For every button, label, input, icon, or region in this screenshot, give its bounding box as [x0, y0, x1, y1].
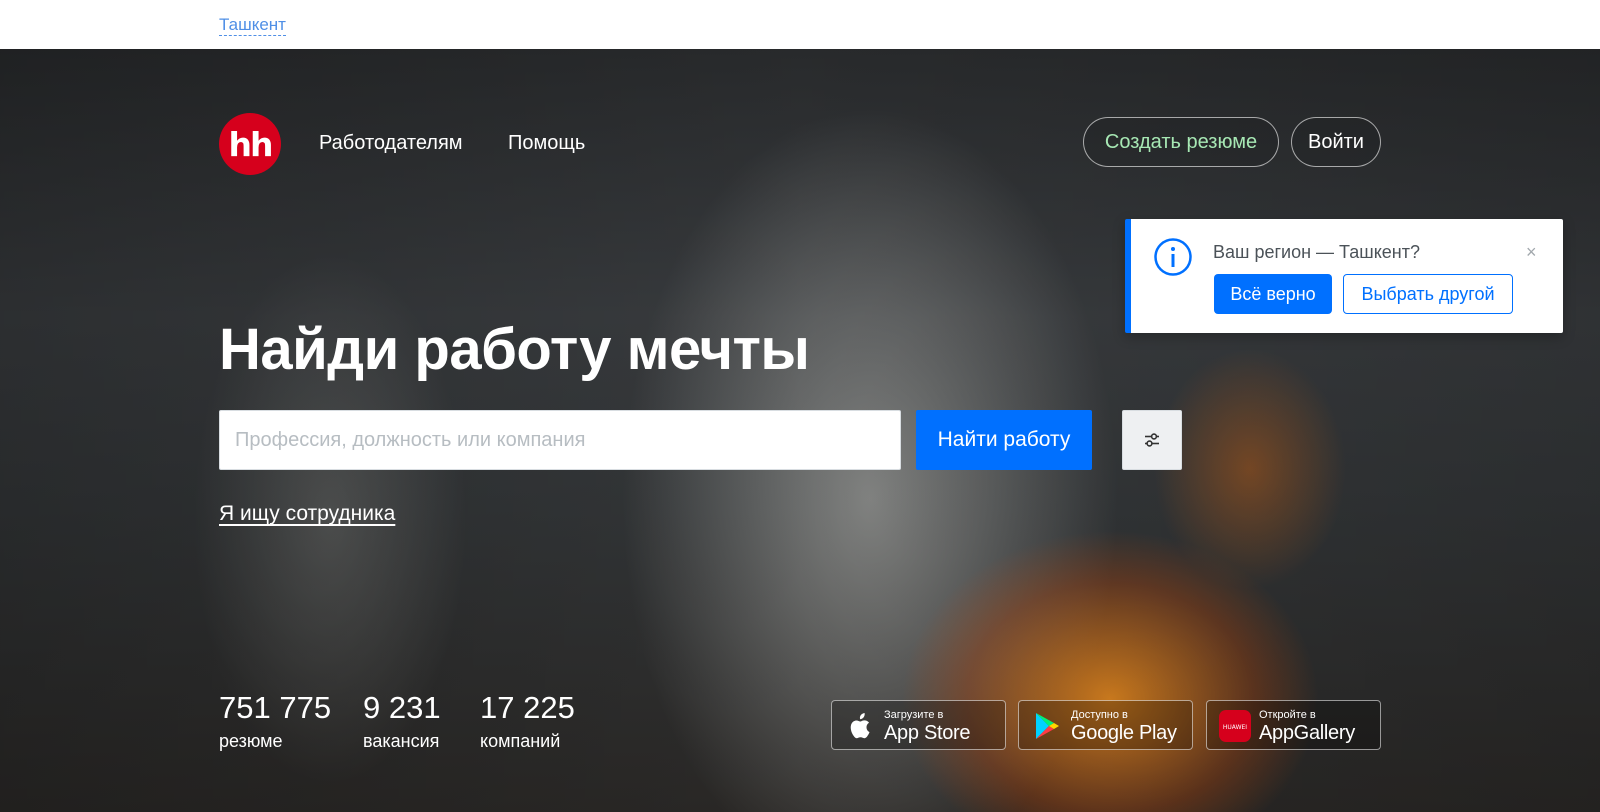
- hh-logo[interactable]: hh: [219, 113, 281, 175]
- google-play-icon: [1036, 713, 1059, 739]
- search-input[interactable]: [219, 410, 901, 470]
- login-button[interactable]: Войти: [1291, 117, 1381, 167]
- store-name: Google Play: [1071, 722, 1177, 744]
- page-title: Найди работу мечты: [219, 317, 810, 382]
- filter-icon: [1145, 433, 1159, 447]
- huawei-icon: HUAWEI: [1219, 710, 1251, 742]
- stat-value: 751 775: [219, 690, 332, 725]
- hero-section: hh Работодателям Помощь Создать резюме В…: [0, 49, 1600, 812]
- advanced-search-button[interactable]: [1122, 410, 1182, 470]
- region-question: Ваш регион — Ташкент?: [1213, 242, 1420, 262]
- region-link[interactable]: Ташкент: [219, 15, 286, 36]
- confirm-region-button[interactable]: Всё верно: [1214, 274, 1332, 314]
- choose-other-region-button[interactable]: Выбрать другой: [1343, 274, 1513, 314]
- region-popup: Ваш регион — Ташкент? × Всё верно Выбрат…: [1125, 219, 1563, 333]
- stat-companies: 17 225 компаний: [480, 689, 575, 753]
- google-play-button[interactable]: Доступно в Google Play: [1018, 700, 1193, 750]
- top-bar: Ташкент: [0, 0, 1600, 49]
- info-icon: [1154, 238, 1192, 276]
- svg-text:HUAWEI: HUAWEI: [1223, 724, 1247, 731]
- employer-link[interactable]: Я ищу сотрудника: [219, 501, 395, 527]
- stat-resumes: 751 775 резюме: [219, 689, 331, 753]
- stat-label: компаний: [480, 731, 561, 751]
- appgallery-button[interactable]: HUAWEI Откройте в AppGallery: [1206, 700, 1381, 750]
- close-icon[interactable]: ×: [1526, 243, 1537, 261]
- app-store-button[interactable]: Загрузите в App Store: [831, 700, 1006, 750]
- create-resume-button[interactable]: Создать резюме: [1083, 117, 1279, 167]
- nav-help[interactable]: Помощь: [508, 131, 585, 155]
- store-name: App Store: [884, 722, 971, 744]
- nav-employers[interactable]: Работодателям: [319, 131, 463, 155]
- logo-text: hh: [228, 124, 274, 164]
- stat-vacancies: 9 231 вакансия: [363, 689, 441, 753]
- store-name: AppGallery: [1259, 722, 1355, 744]
- stat-value: 9 231: [363, 690, 441, 725]
- stat-label: резюме: [219, 731, 283, 751]
- search-button[interactable]: Найти работу: [916, 410, 1092, 470]
- stat-label: вакансия: [363, 731, 440, 751]
- apple-icon: [850, 713, 870, 739]
- stat-value: 17 225: [480, 690, 575, 725]
